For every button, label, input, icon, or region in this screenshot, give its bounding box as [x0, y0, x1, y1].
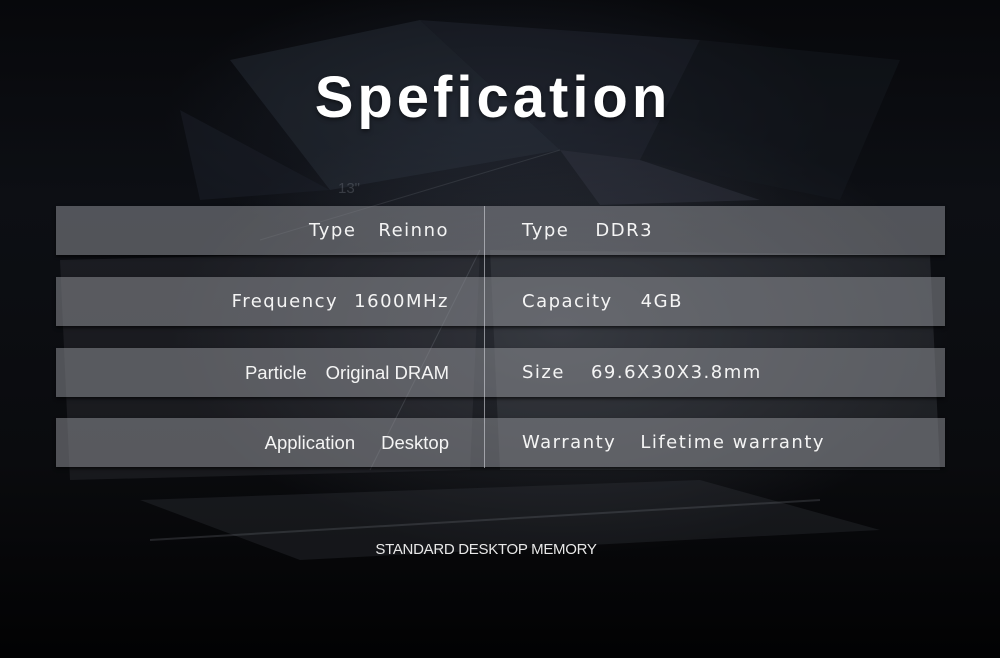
spec-cell-right: Size 69.6X30X3.8mm	[522, 348, 762, 397]
page-title: Spefication	[314, 65, 672, 130]
column-divider	[484, 206, 485, 468]
spec-row: Particle Original DRAM Size 69.6X30X3.8mm	[56, 348, 945, 397]
spec-value: Lifetime warranty	[640, 432, 826, 453]
spec-row: Type Reinno Type DDR3	[56, 206, 945, 255]
spec-label: Frequency	[231, 291, 339, 312]
spec-value: Desktop	[381, 432, 449, 453]
spec-value: Original DRAM	[325, 362, 449, 383]
spec-label: Capacity	[522, 291, 613, 312]
spec-cell-left: Particle Original DRAM	[245, 348, 449, 397]
spec-cell-right: Warranty Lifetime warranty	[522, 418, 825, 467]
spec-value: DDR3	[595, 220, 654, 241]
spec-value: 69.6X30X3.8mm	[590, 362, 762, 383]
spec-label: Type	[522, 220, 570, 241]
spec-value: 1600MHz	[354, 291, 449, 312]
spec-label: Warranty	[522, 432, 617, 453]
spec-cell-left: Type Reinno	[309, 206, 449, 255]
spec-row: Application Desktop Warranty Lifetime warr…	[56, 418, 945, 467]
product-subtitle: STANDARD DESKTOP MEMORY	[375, 541, 597, 558]
spec-label: Application	[264, 432, 356, 453]
spec-label: Particle	[244, 362, 307, 383]
spec-label: Type	[309, 220, 357, 241]
spec-value: 4GB	[640, 291, 683, 312]
spec-label: Size	[522, 362, 565, 383]
spec-value: Reinno	[378, 220, 449, 241]
spec-row: Frequency 1600MHz Capacity 4GB	[56, 277, 945, 326]
spec-cell-left: Application Desktop	[265, 418, 449, 467]
spec-table: Type Reinno Type DDR3 Frequency 1600MHz Cap…	[56, 206, 945, 469]
spec-cell-right: Capacity 4GB	[522, 277, 683, 326]
background-screen-size-label: 13"	[338, 180, 361, 197]
spec-cell-right: Type DDR3	[522, 206, 653, 255]
spec-cell-left: Frequency 1600MHz	[232, 277, 449, 326]
